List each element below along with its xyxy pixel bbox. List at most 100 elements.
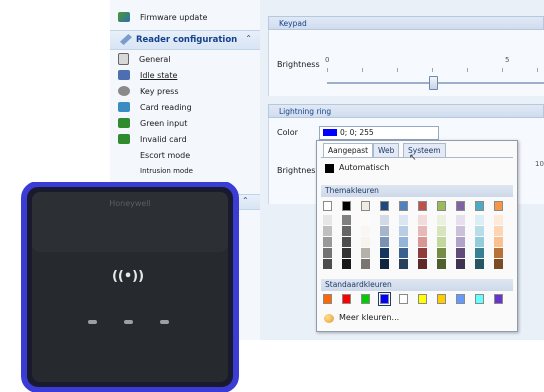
theme-color-grid xyxy=(323,201,513,275)
keypad-group: Brightness 0 5 xyxy=(268,30,544,96)
color-picker-popup: Aangepast Web Systeem ↖ Automatisch Them… xyxy=(316,140,518,332)
theme-color-swatch[interactable] xyxy=(494,201,503,211)
reader-configuration-header[interactable]: Reader configuration ⌃ xyxy=(110,30,260,50)
theme-color-swatch[interactable] xyxy=(437,201,446,211)
standard-color-swatch[interactable] xyxy=(342,294,351,304)
theme-color-shade-swatch[interactable] xyxy=(323,237,332,247)
theme-color-swatch[interactable] xyxy=(418,201,427,211)
theme-color-swatch[interactable] xyxy=(399,201,408,211)
nav-item-escort-mode[interactable]: Escort mode xyxy=(118,148,190,162)
theme-color-shade-swatch[interactable] xyxy=(399,226,408,236)
theme-color-shade-swatch[interactable] xyxy=(380,226,389,236)
color-value: 0; 0; 255 xyxy=(340,128,374,137)
nav-item-key-press[interactable]: Key press xyxy=(118,84,179,98)
theme-color-shade-swatch[interactable] xyxy=(380,215,389,225)
theme-color-shade-swatch[interactable] xyxy=(456,226,465,236)
theme-color-shade-swatch[interactable] xyxy=(361,259,370,269)
theme-color-shade-swatch[interactable] xyxy=(494,237,503,247)
theme-color-shade-swatch[interactable] xyxy=(399,259,408,269)
theme-color-swatch[interactable] xyxy=(361,201,370,211)
intrusion-mode-icon xyxy=(118,166,130,176)
theme-color-shade-swatch[interactable] xyxy=(456,215,465,225)
theme-color-shade-swatch[interactable] xyxy=(380,237,389,247)
theme-color-shade-swatch[interactable] xyxy=(437,237,446,247)
theme-color-shade-swatch[interactable] xyxy=(399,215,408,225)
nav-item-firmware-update[interactable]: Firmware update xyxy=(118,10,207,24)
theme-color-swatch[interactable] xyxy=(380,201,389,211)
theme-color-shade-swatch[interactable] xyxy=(475,237,484,247)
theme-color-shade-swatch[interactable] xyxy=(342,237,351,247)
standard-color-swatch[interactable] xyxy=(475,294,484,304)
nav-item-card-reading[interactable]: Card reading xyxy=(118,100,192,114)
color-label: Color xyxy=(277,128,298,137)
theme-color-shade-swatch[interactable] xyxy=(342,259,351,269)
nav-item-intrusion-mode[interactable]: Intrusion mode xyxy=(118,166,193,176)
theme-color-shade-swatch[interactable] xyxy=(494,259,503,269)
theme-color-shade-swatch[interactable] xyxy=(323,215,332,225)
theme-color-shade-swatch[interactable] xyxy=(418,248,427,258)
theme-color-shade-swatch[interactable] xyxy=(399,237,408,247)
reader-device-image: Honeywell ((•)) xyxy=(21,182,239,392)
theme-color-shade-swatch[interactable] xyxy=(361,248,370,258)
collapse-chevron-icon[interactable]: ⌃ xyxy=(242,196,249,205)
tab-web[interactable]: Web xyxy=(373,143,400,158)
standard-color-swatch[interactable] xyxy=(399,294,408,304)
theme-color-shade-swatch[interactable] xyxy=(361,226,370,236)
idle-state-icon xyxy=(118,70,130,80)
theme-color-shade-swatch[interactable] xyxy=(456,237,465,247)
standard-color-row xyxy=(323,292,513,306)
theme-color-shade-swatch[interactable] xyxy=(494,248,503,258)
theme-color-shade-swatch[interactable] xyxy=(323,226,332,236)
theme-color-shade-swatch[interactable] xyxy=(323,259,332,269)
tab-aangepast[interactable]: Aangepast xyxy=(323,143,374,158)
escort-mode-icon xyxy=(118,150,130,160)
theme-color-swatch[interactable] xyxy=(475,201,484,211)
theme-color-shade-swatch[interactable] xyxy=(361,215,370,225)
theme-color-shade-swatch[interactable] xyxy=(475,248,484,258)
automatic-color-option[interactable]: Automatisch xyxy=(323,163,511,175)
theme-color-shade-swatch[interactable] xyxy=(456,259,465,269)
nav-item-invalid-card[interactable]: Invalid card xyxy=(118,132,187,146)
theme-color-shade-swatch[interactable] xyxy=(399,248,408,258)
theme-color-shade-swatch[interactable] xyxy=(437,259,446,269)
nav-item-green-input[interactable]: Green input xyxy=(118,116,187,130)
theme-color-shade-swatch[interactable] xyxy=(494,226,503,236)
theme-color-shade-swatch[interactable] xyxy=(418,259,427,269)
theme-color-shade-swatch[interactable] xyxy=(342,248,351,258)
theme-color-shade-swatch[interactable] xyxy=(418,226,427,236)
theme-color-shade-swatch[interactable] xyxy=(342,226,351,236)
theme-color-shade-swatch[interactable] xyxy=(380,259,389,269)
color-picker-button[interactable]: 0; 0; 255 xyxy=(319,126,439,140)
theme-color-shade-swatch[interactable] xyxy=(437,248,446,258)
theme-color-shade-swatch[interactable] xyxy=(456,248,465,258)
theme-color-shade-swatch[interactable] xyxy=(475,259,484,269)
status-led-right xyxy=(160,320,169,324)
theme-color-shade-swatch[interactable] xyxy=(475,226,484,236)
theme-color-shade-swatch[interactable] xyxy=(475,215,484,225)
standard-color-swatch[interactable] xyxy=(456,294,465,304)
standard-color-swatch[interactable] xyxy=(378,292,391,306)
standard-color-swatch[interactable] xyxy=(494,294,503,304)
theme-color-swatch[interactable] xyxy=(342,201,351,211)
theme-color-swatch[interactable] xyxy=(323,201,332,211)
theme-color-shade-swatch[interactable] xyxy=(418,237,427,247)
nav-item-idle-state[interactable]: Idle state xyxy=(118,68,177,82)
wrench-icon xyxy=(120,34,132,45)
theme-color-shade-swatch[interactable] xyxy=(418,215,427,225)
theme-color-shade-swatch[interactable] xyxy=(361,237,370,247)
collapse-chevron-icon[interactable]: ⌃ xyxy=(245,34,252,43)
theme-color-shade-swatch[interactable] xyxy=(380,248,389,258)
nav-item-general[interactable]: General xyxy=(118,52,171,66)
standard-color-swatch[interactable] xyxy=(361,294,370,304)
keypad-brightness-thumb[interactable] xyxy=(429,76,438,90)
theme-color-shade-swatch[interactable] xyxy=(437,226,446,236)
theme-color-shade-swatch[interactable] xyxy=(342,215,351,225)
more-colors-option[interactable]: Meer kleuren... xyxy=(323,313,511,325)
theme-color-shade-swatch[interactable] xyxy=(494,215,503,225)
theme-color-shade-swatch[interactable] xyxy=(323,248,332,258)
standard-color-swatch[interactable] xyxy=(418,294,427,304)
theme-color-swatch[interactable] xyxy=(456,201,465,211)
standard-color-swatch[interactable] xyxy=(437,294,446,304)
standard-color-swatch[interactable] xyxy=(323,294,332,304)
theme-color-shade-swatch[interactable] xyxy=(437,215,446,225)
